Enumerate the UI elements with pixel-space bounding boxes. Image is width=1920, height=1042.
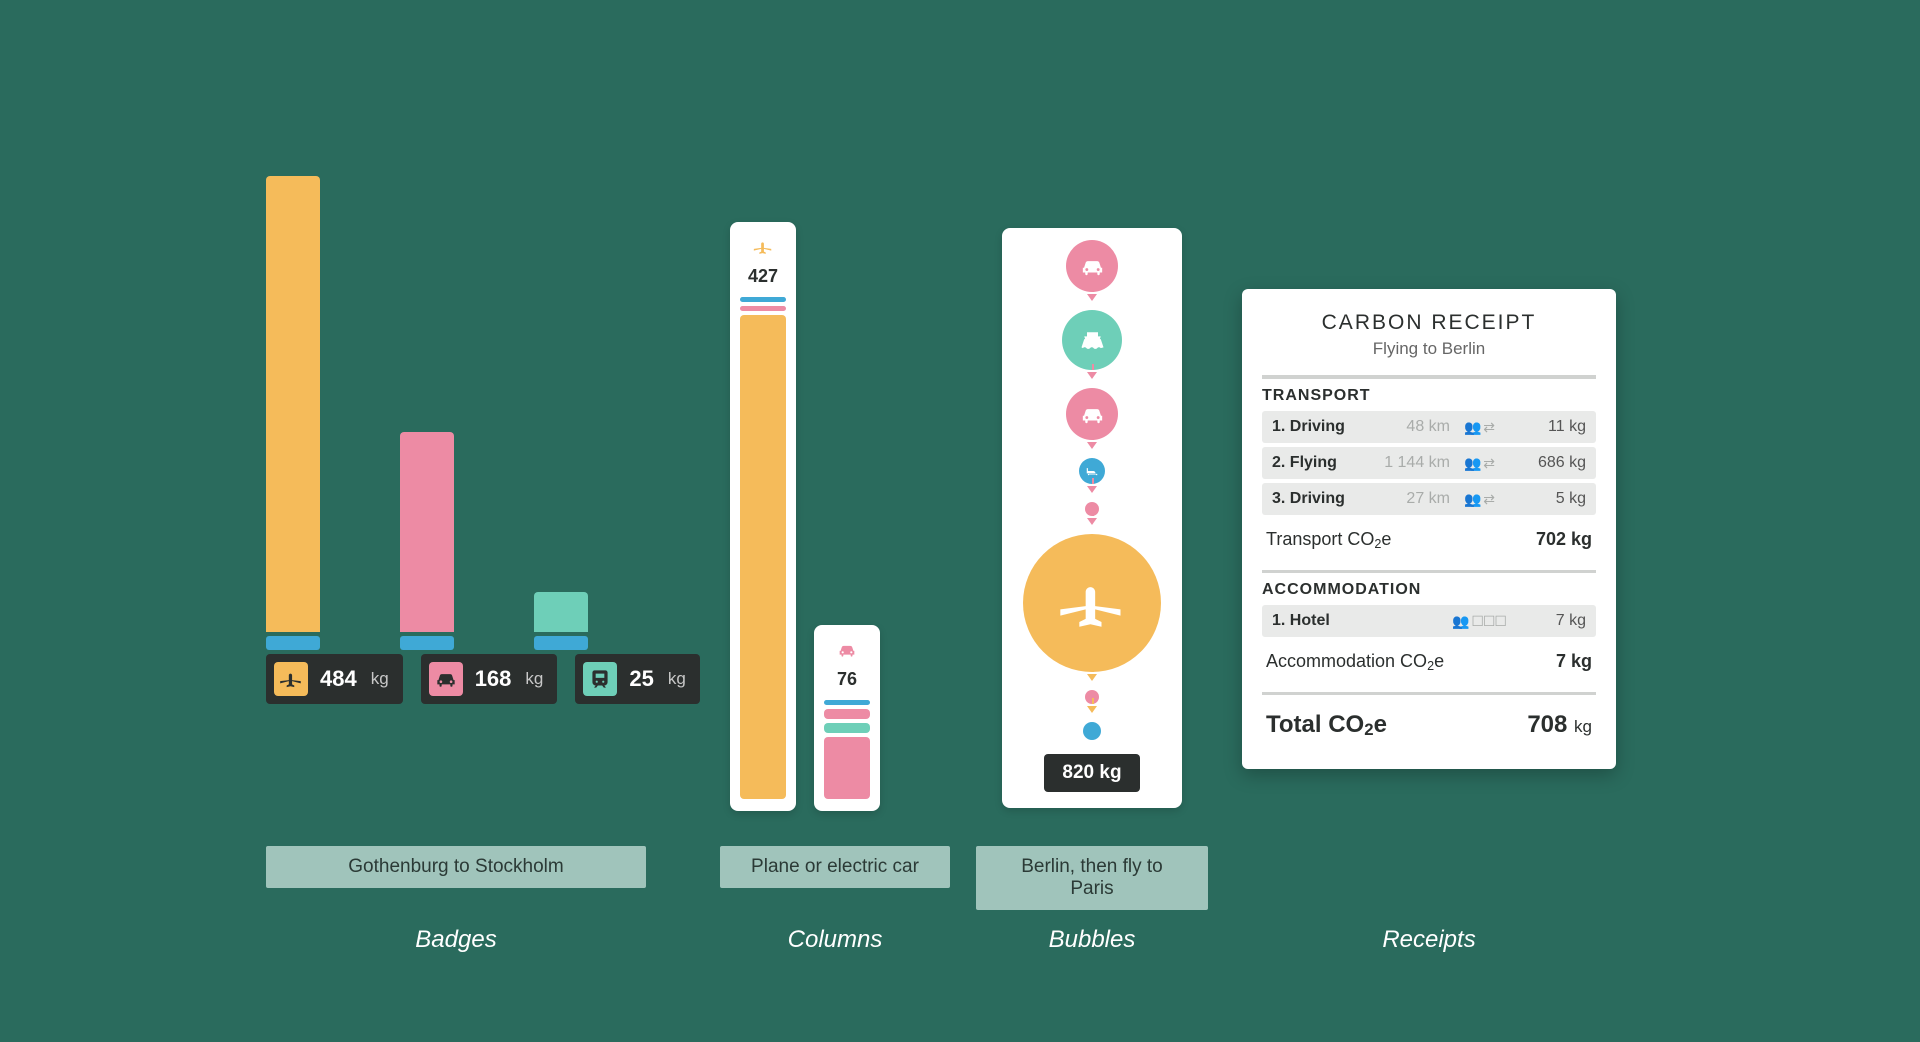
receipt-row-icons: 👥 ☐☐☐	[1450, 613, 1508, 630]
receipt-row-icons: 👥 ⇄	[1450, 419, 1508, 436]
column-seg	[740, 297, 786, 302]
badge-unit: kg	[668, 669, 686, 689]
receipt-row-dist: 1 144 km	[1372, 454, 1450, 472]
receipt-total-label: Total CO2e	[1266, 711, 1387, 739]
badge-unit: kg	[525, 669, 543, 689]
panel-badges-name: Badges	[266, 926, 646, 954]
receipt-row-kg: 5 kg	[1508, 490, 1586, 508]
column-stack	[824, 700, 870, 799]
badge-train: 25 kg	[575, 654, 699, 704]
badges-row: 484 kg 168 kg 25 kg	[266, 654, 666, 704]
receipt-subtotal: Transport CO2e 702 kg	[1262, 519, 1596, 560]
column-card: 427	[730, 222, 796, 811]
panel-badges-label: Gothenburg to Stockholm	[266, 846, 646, 888]
plane-icon	[274, 662, 308, 696]
badge-value: 484	[320, 666, 357, 692]
receipt-section-heading: ACCOMMODATION	[1262, 581, 1596, 599]
column-card: 76	[814, 625, 880, 811]
receipt-row-name: 2. Flying	[1272, 454, 1372, 472]
bubble-car	[1066, 240, 1118, 292]
receipt-subtotal: Accommodation CO2e 7 kg	[1262, 641, 1596, 682]
bar-base	[534, 636, 588, 650]
receipt-row-icons: 👥 ⇄	[1450, 491, 1508, 508]
badge-car: 168 kg	[421, 654, 558, 704]
column-seg	[824, 723, 870, 733]
receipt-row: 1. Driving 48 km 👥 ⇄ 11 kg	[1262, 411, 1596, 443]
receipt-row-name: 1. Hotel	[1272, 612, 1372, 630]
bubble-car	[1066, 388, 1118, 440]
car-icon	[429, 662, 463, 696]
column-value: 76	[837, 669, 857, 690]
divider	[1262, 570, 1596, 573]
bar-base	[400, 636, 454, 650]
car-icon	[836, 639, 858, 661]
arrow-down-icon	[1087, 442, 1097, 454]
receipt-row-dist: 27 km	[1372, 490, 1450, 508]
panel-columns: 427 76	[730, 222, 880, 811]
badges-bars	[266, 168, 666, 650]
badge-plane: 484 kg	[266, 654, 403, 704]
column-seg	[824, 709, 870, 719]
receipt-subtotal-label: Accommodation CO2e	[1266, 651, 1444, 672]
column-stack	[740, 297, 786, 799]
panel-bubbles-name: Bubbles	[976, 926, 1208, 954]
panel-bubbles: 820 kg	[1002, 228, 1182, 808]
train-icon	[583, 662, 617, 696]
column-value: 427	[748, 266, 778, 287]
bar-fill	[400, 432, 454, 632]
receipt-row-dist: 48 km	[1372, 418, 1450, 436]
panel-columns-name: Columns	[720, 926, 950, 954]
bar-train	[534, 592, 588, 650]
receipt-row-kg: 7 kg	[1508, 612, 1586, 630]
receipt-row: 2. Flying 1 144 km 👥 ⇄ 686 kg	[1262, 447, 1596, 479]
receipt-subtitle: Flying to Berlin	[1262, 339, 1596, 359]
arrow-down-icon	[1087, 372, 1097, 384]
bubble-card: 820 kg	[1002, 228, 1182, 808]
receipt-section-heading: TRANSPORT	[1262, 387, 1596, 405]
receipt-total-value: 708 kg	[1527, 711, 1592, 739]
arrow-down-icon	[1087, 486, 1097, 498]
column-seg	[740, 315, 786, 799]
bubble-ferry	[1062, 310, 1122, 370]
arrow-down-icon	[1087, 518, 1097, 530]
divider	[1262, 375, 1596, 379]
panel-bubbles-label: Berlin, then fly to Paris	[976, 846, 1208, 910]
receipt-row-icons: 👥 ⇄	[1450, 455, 1508, 472]
bubble-plane	[1023, 534, 1161, 672]
receipt-subtotal-kg: 7 kg	[1556, 651, 1592, 672]
bar-base	[266, 636, 320, 650]
panel-columns-label: Plane or electric car	[720, 846, 950, 888]
receipt-row: 1. Hotel 👥 ☐☐☐ 7 kg	[1262, 605, 1596, 637]
column-seg	[740, 306, 786, 311]
bar-car	[400, 432, 454, 650]
receipt-row-name: 1. Driving	[1272, 418, 1372, 436]
badge-value: 168	[475, 666, 512, 692]
bar-fill	[534, 592, 588, 632]
panel-receipt: CARBON RECEIPT Flying to Berlin TRANSPOR…	[1242, 289, 1616, 769]
receipt-title: CARBON RECEIPT	[1262, 311, 1596, 335]
panel-badges: 484 kg 168 kg 25 kg	[266, 168, 666, 704]
panel-receipt-name: Receipts	[1242, 926, 1616, 954]
receipt-row-kg: 11 kg	[1508, 418, 1586, 436]
column-seg	[824, 737, 870, 799]
receipt-row-name: 3. Driving	[1272, 490, 1372, 508]
plane-icon	[752, 236, 774, 258]
receipt-total: Total CO2e 708 kg	[1262, 701, 1596, 749]
arrow-down-icon	[1087, 706, 1097, 718]
arrow-down-icon	[1087, 294, 1097, 306]
bubble-dot	[1083, 722, 1101, 740]
bar-fill	[266, 176, 320, 632]
receipt-subtotal-label: Transport CO2e	[1266, 529, 1391, 550]
badge-value: 25	[629, 666, 653, 692]
column-seg	[824, 700, 870, 705]
bubbles-total: 820 kg	[1044, 754, 1139, 792]
badge-unit: kg	[371, 669, 389, 689]
arrow-down-icon	[1087, 674, 1097, 686]
divider	[1262, 692, 1596, 695]
receipt-row: 3. Driving 27 km 👥 ⇄ 5 kg	[1262, 483, 1596, 515]
receipt-subtotal-kg: 702 kg	[1536, 529, 1592, 550]
bar-plane	[266, 176, 320, 650]
receipt-row-kg: 686 kg	[1508, 454, 1586, 472]
